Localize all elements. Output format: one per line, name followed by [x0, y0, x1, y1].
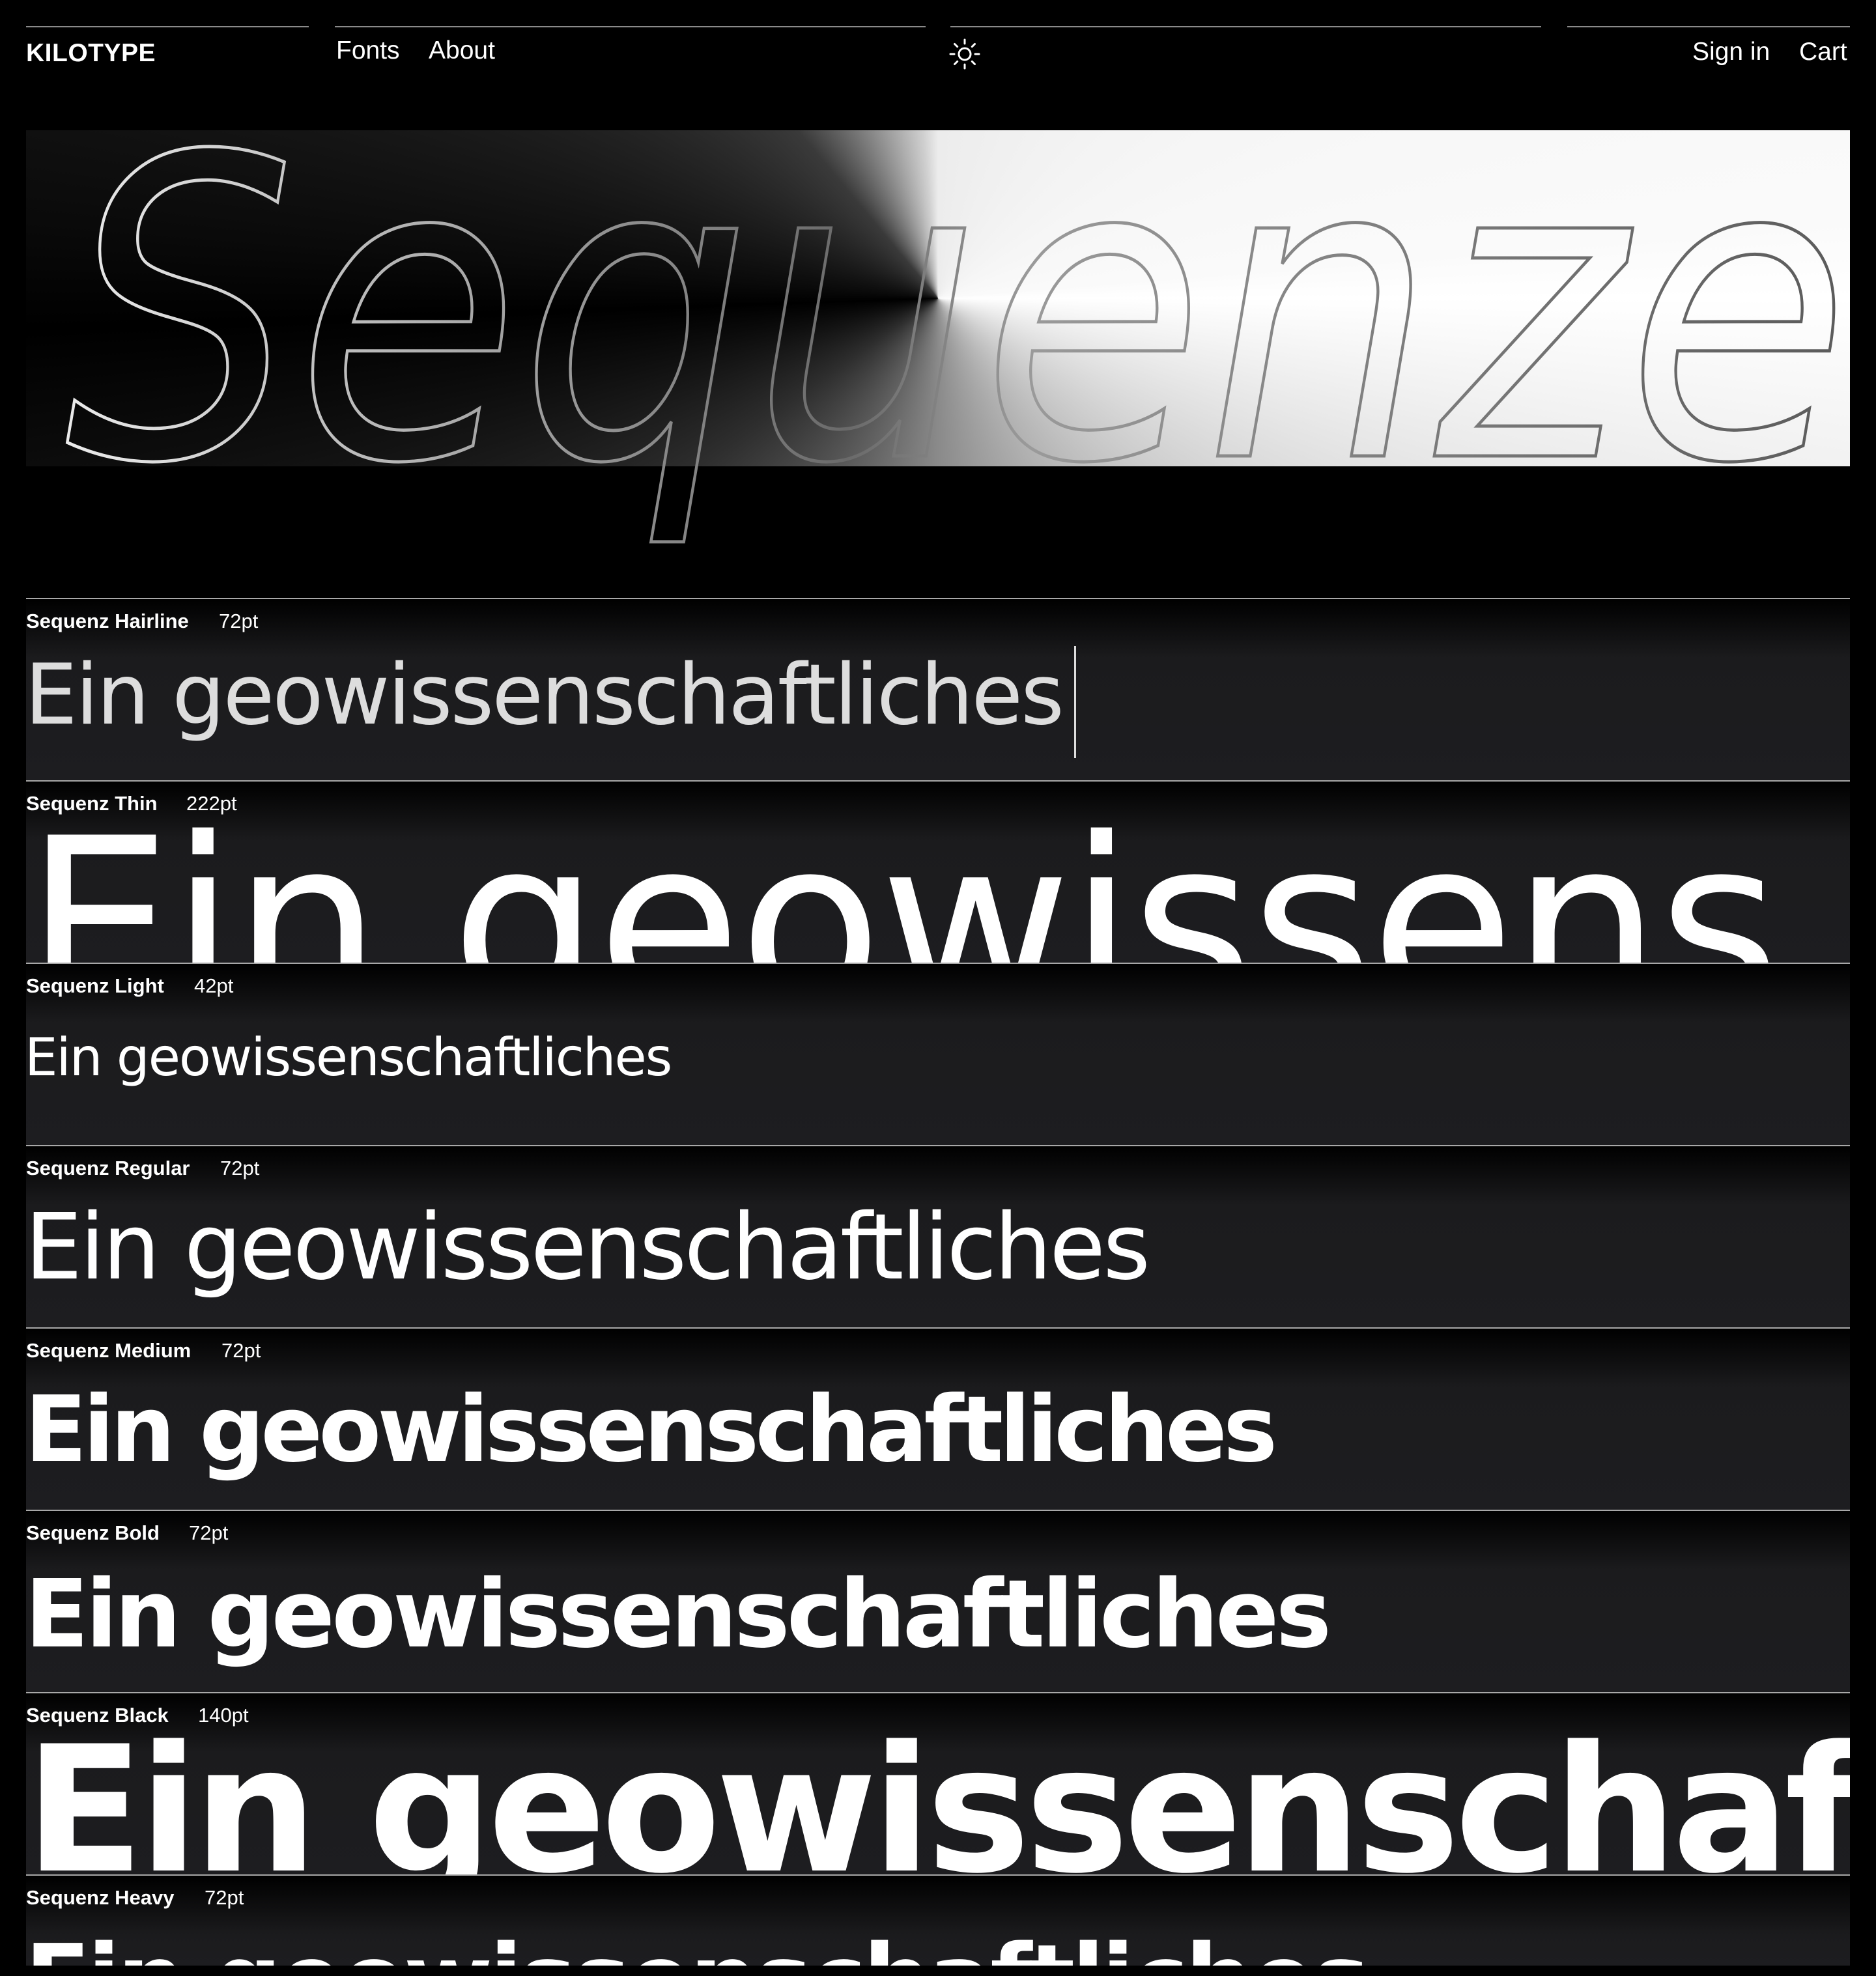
site-header: KILOTYPE Fonts About Sign in Cart	[0, 0, 1876, 91]
specimen-row-light[interactable]: Sequenz Light 42pt Ein geowissenschaftli…	[26, 963, 1850, 1145]
specimen-sample-text[interactable]: Ein geowissenschaftliches	[26, 1567, 1331, 1661]
specimen-sample-text[interactable]: Ein geowissenschaftliches	[26, 1032, 672, 1084]
nav-fonts-link[interactable]: Fonts	[336, 36, 400, 65]
header-rule	[950, 26, 1541, 27]
specimen-style-name: Sequenz Hairline	[26, 610, 189, 632]
header-rule	[1567, 26, 1850, 27]
specimen-list: Sequenz Hairline 72pt Ein geowissenschaf…	[26, 598, 1850, 1966]
specimen-row-black[interactable]: Sequenz Black 140pt Ein geowissenschaft	[26, 1692, 1850, 1874]
specimen-row-regular[interactable]: Sequenz Regular 72pt Ein geowissenschaft…	[26, 1145, 1850, 1327]
specimen-size[interactable]: 72pt	[221, 1339, 261, 1362]
sun-icon	[949, 38, 980, 70]
specimen-size[interactable]: 42pt	[194, 974, 233, 998]
header-rule	[335, 26, 926, 27]
specimen-row-thin[interactable]: Sequenz Thin 222pt Ein geowissens	[26, 780, 1850, 963]
brand-logo[interactable]: KILOTYPE	[26, 39, 156, 68]
specimen-row-heavy[interactable]: Sequenz Heavy 72pt Ein geowissenschaftli…	[26, 1874, 1850, 1966]
specimen-size[interactable]: 72pt	[205, 1886, 244, 1910]
specimen-row-bold[interactable]: Sequenz Bold 72pt Ein geowissenschaftlic…	[26, 1510, 1850, 1692]
specimen-sample-text[interactable]: Ein geowissenschaftliches	[26, 1202, 1150, 1293]
text-cursor	[1074, 646, 1076, 758]
specimen-style-name: Sequenz Regular	[26, 1157, 190, 1179]
cart-link[interactable]: Cart	[1799, 38, 1847, 66]
specimen-sample-text[interactable]: Ein geowissenschaftliches	[26, 654, 1064, 737]
specimen-size[interactable]: 72pt	[220, 1157, 259, 1180]
specimen-sample-text[interactable]: Ein geowissenschaft	[26, 1723, 1850, 1874]
sign-in-link[interactable]: Sign in	[1692, 38, 1770, 66]
hero-word: Sequenze	[65, 130, 1850, 554]
specimen-size[interactable]: 72pt	[189, 1521, 228, 1545]
specimen-style-name: Sequenz Medium	[26, 1339, 192, 1362]
specimen-row-hairline[interactable]: Sequenz Hairline 72pt Ein geowissenschaf…	[26, 598, 1850, 780]
hero-wordmark: Sequenze	[64, 130, 1851, 556]
specimen-sample-text[interactable]: Ein geowissenschaftliches	[26, 1385, 1277, 1476]
specimen-size[interactable]: 72pt	[219, 610, 258, 633]
specimen-style-name: Sequenz Light	[26, 974, 164, 997]
nav-about-link[interactable]: About	[429, 36, 495, 65]
specimen-style-name: Sequenz Heavy	[26, 1886, 175, 1909]
header-rule	[26, 26, 309, 27]
theme-toggle-button[interactable]	[948, 38, 981, 70]
hero-specimen: Sequenze	[26, 130, 1850, 560]
specimen-row-medium[interactable]: Sequenz Medium 72pt Ein geowissenschaftl…	[26, 1327, 1850, 1510]
specimen-sample-text[interactable]: Ein geowissens	[26, 808, 1780, 963]
specimen-sample-text[interactable]: Ein geowissenschaftliches	[26, 1932, 1370, 1966]
specimen-style-name: Sequenz Bold	[26, 1521, 160, 1544]
